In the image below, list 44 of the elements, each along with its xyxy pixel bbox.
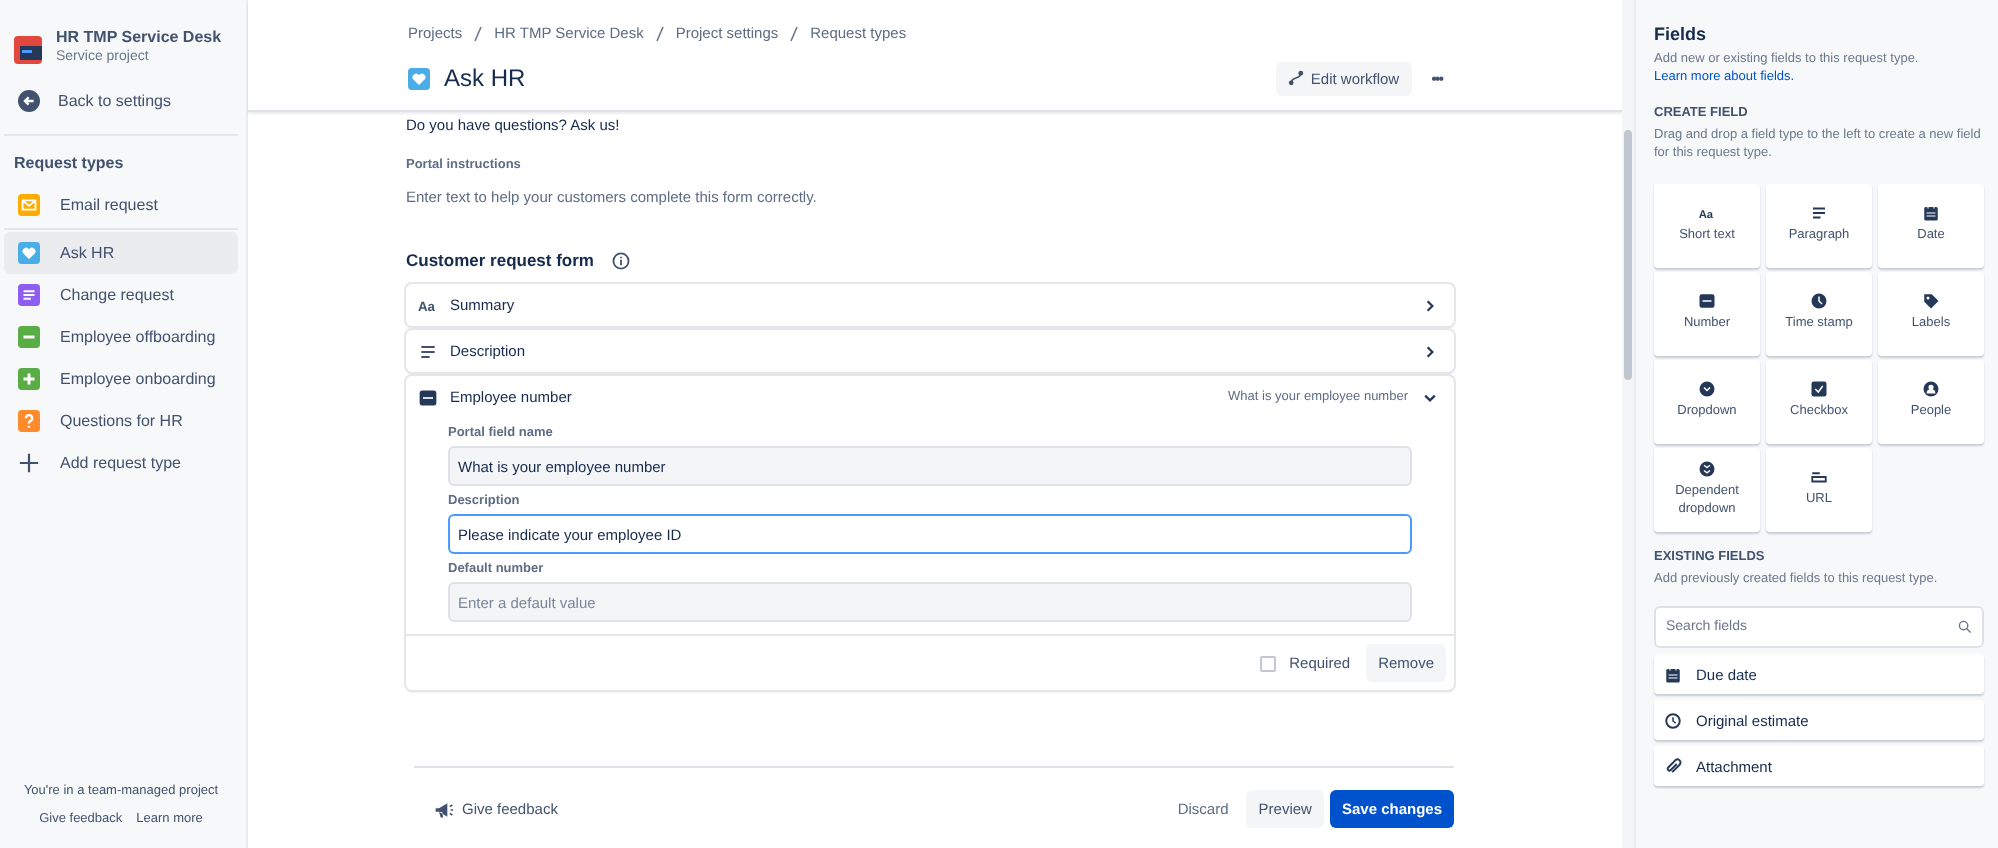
clock-icon bbox=[1664, 711, 1682, 730]
paragraph-icon bbox=[418, 341, 438, 361]
info-icon bbox=[612, 251, 630, 269]
search-icon bbox=[1958, 620, 1972, 635]
request-type-item[interactable]: Employee offboarding bbox=[4, 316, 238, 358]
chevron-right-icon bbox=[1422, 343, 1438, 359]
breadcrumb-separator-icon bbox=[655, 25, 664, 41]
request-type-item[interactable]: Ask HR bbox=[4, 232, 238, 274]
more-actions-button[interactable]: ••• bbox=[1419, 67, 1454, 89]
breadcrumb-separator-icon bbox=[790, 25, 799, 41]
paperclip-icon bbox=[1664, 757, 1682, 776]
page-title: Ask HR bbox=[444, 64, 528, 92]
number-icon bbox=[418, 387, 438, 407]
plus-icon bbox=[18, 452, 40, 474]
number-icon bbox=[1698, 292, 1716, 311]
request-type-item[interactable]: Questions for HR bbox=[4, 400, 238, 442]
calendar-icon bbox=[1922, 204, 1940, 223]
dependent-dropdown-icon bbox=[1698, 460, 1716, 479]
request-type-item[interactable]: Change request bbox=[4, 274, 238, 316]
link-field-icon bbox=[1810, 468, 1828, 487]
dropdown-icon bbox=[1698, 380, 1716, 399]
workflow-icon bbox=[1288, 70, 1305, 86]
back-arrow-icon bbox=[18, 90, 40, 112]
breadcrumb-separator-icon bbox=[474, 25, 483, 41]
checkbox-icon bbox=[1810, 380, 1828, 399]
add-request-type-link[interactable]: Add request type bbox=[4, 442, 238, 484]
section-heading: Request types bbox=[12, 152, 126, 176]
heart-icon bbox=[408, 67, 430, 89]
megaphone-icon bbox=[434, 799, 454, 819]
scrollbar[interactable] bbox=[1622, 0, 1634, 848]
panel-title: Fields bbox=[1654, 24, 1709, 44]
section-title: Customer request form bbox=[406, 250, 594, 270]
back-link[interactable]: Back to settings bbox=[4, 64, 238, 132]
calendar-icon bbox=[1664, 665, 1682, 684]
paragraph-icon bbox=[1810, 204, 1828, 223]
clock-icon bbox=[1810, 292, 1828, 311]
request-type-item[interactable]: Email request bbox=[4, 184, 238, 226]
project-name: HR TMP Service Desk bbox=[56, 28, 222, 46]
chevron-right-icon bbox=[1422, 297, 1438, 313]
person-icon bbox=[1922, 380, 1940, 399]
request-type-item[interactable]: Employee onboarding bbox=[4, 358, 238, 400]
project-logo-icon bbox=[14, 36, 42, 64]
chevron-down-icon bbox=[1422, 389, 1438, 405]
tag-icon bbox=[1922, 292, 1940, 311]
